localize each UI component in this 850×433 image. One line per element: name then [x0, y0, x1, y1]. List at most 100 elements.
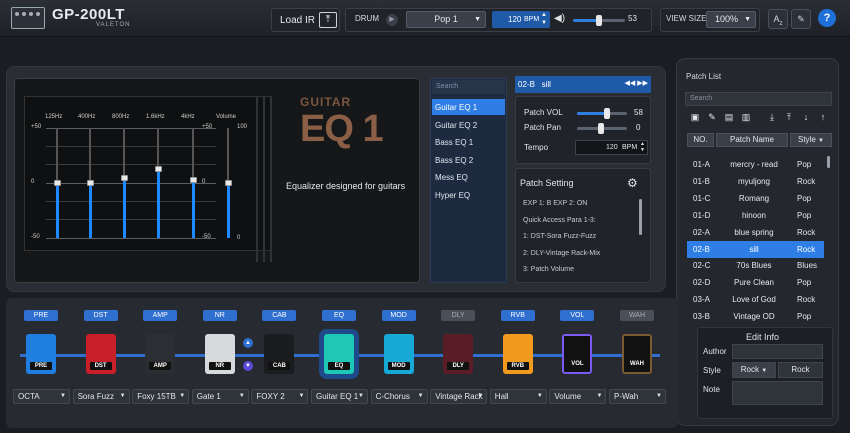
note-field[interactable] — [732, 381, 823, 405]
move-top-icon[interactable]: ⤒ — [782, 111, 796, 124]
module-toggle-dly[interactable]: DLY — [441, 310, 476, 321]
pedal-rvb[interactable]: RVB — [502, 334, 533, 374]
module-select-value: P-Wah — [614, 392, 639, 401]
copy-icon[interactable]: ▥ — [739, 111, 753, 124]
pedal-dst[interactable]: DST — [85, 334, 116, 374]
module-toggle-mod[interactable]: MOD — [381, 310, 416, 321]
download-icon[interactable]: ⤓ — [765, 111, 779, 124]
module-toggle-dst[interactable]: DST — [83, 310, 118, 321]
file-icon[interactable]: ▤ — [722, 111, 736, 124]
patch-row[interactable]: 02-D Pure Clean Pop — [687, 274, 824, 291]
drum-pattern-select[interactable]: Pop 1 ▼ — [406, 11, 486, 28]
pedal-cab[interactable]: CAB — [264, 334, 295, 374]
patch-row[interactable]: 02-B sill Rock — [687, 240, 824, 258]
band-slider-knob[interactable] — [120, 174, 128, 181]
move-down-icon[interactable]: ↓ — [799, 111, 813, 124]
pedal-eq[interactable]: EQ — [324, 334, 354, 374]
view-size-select[interactable]: 100% ▼ — [706, 11, 756, 28]
module-select-rvb[interactable]: Hall ▼ — [489, 389, 547, 404]
pedal-pre[interactable]: PRE — [26, 334, 56, 374]
eq-list-item[interactable]: Bass EQ 2 — [432, 152, 505, 168]
band-slider-knob[interactable] — [154, 165, 162, 172]
patch-row-name: hinoon — [741, 210, 767, 220]
eq-list-item[interactable]: Mess EQ — [432, 169, 505, 185]
gear-icon[interactable]: ⚙ — [627, 176, 641, 190]
module-toggle-nr[interactable]: NR — [202, 310, 237, 321]
module-toggle-cab[interactable]: CAB — [262, 310, 297, 321]
patch-pan-knob[interactable] — [598, 123, 604, 134]
eq-list-item[interactable]: Guitar EQ 2 — [432, 117, 505, 133]
module-toggle-rvb[interactable]: RVB — [500, 310, 535, 321]
patch-list-scrollbar[interactable] — [827, 156, 830, 168]
module-select-mod[interactable]: C-Chorus ▼ — [370, 389, 428, 404]
pedal-vol[interactable]: VOL — [562, 334, 593, 374]
band-slider-knob[interactable] — [53, 180, 61, 186]
pedal-wah[interactable]: WAH — [622, 334, 652, 374]
col-style-select[interactable]: Style ▼ — [790, 133, 832, 147]
eq-search-input[interactable]: Search — [432, 80, 505, 94]
module-select-dst[interactable]: Sora Fuzz ▼ — [72, 389, 130, 404]
font-size-icon[interactable]: Az — [768, 9, 788, 29]
col-no[interactable]: NO. — [687, 133, 714, 147]
module-toggle-vol[interactable]: VOL — [560, 310, 595, 321]
module-select-amp[interactable]: Foxy 15TB ▼ — [132, 389, 190, 404]
speaker-icon[interactable]: ◀) — [554, 13, 565, 24]
app-subtitle: VALETON — [96, 22, 131, 28]
move-down-icon[interactable]: ▼ — [243, 361, 253, 371]
play-icon[interactable]: ▶ — [386, 14, 398, 26]
pedal-mod[interactable]: MOD — [383, 334, 414, 374]
prev-next-icon[interactable]: ◀◀ ▶▶ — [625, 79, 648, 87]
patch-row[interactable]: 03-A Love of God Rock — [687, 291, 824, 308]
module-toggle-pre[interactable]: PRE — [24, 310, 58, 321]
pedal-dly[interactable]: DLY — [443, 334, 474, 374]
module-toggle-wah[interactable]: WAH — [620, 310, 654, 321]
col-name[interactable]: Patch Name — [716, 133, 788, 147]
module-toggle-eq[interactable]: EQ — [322, 310, 356, 321]
module-select-eq[interactable]: Guitar EQ 1 ▼ — [311, 389, 368, 404]
tempo-stepper[interactable]: 120 BPM ▲ ▼ — [575, 140, 648, 155]
band-slider-knob[interactable] — [86, 180, 94, 186]
module-select-wah[interactable]: P-Wah ▼ — [609, 389, 666, 404]
module-select-vol[interactable]: Volume ▼ — [549, 389, 607, 404]
patch-vol-knob[interactable] — [604, 108, 610, 119]
module-select-cab[interactable]: FOXY 2 ▼ — [251, 389, 309, 404]
setting-scrollbar[interactable] — [639, 199, 642, 235]
patch-row[interactable]: 01-B myuljong Rock — [687, 173, 824, 190]
move-up-icon[interactable]: ▲ — [243, 338, 253, 348]
patch-row[interactable]: 01-D hinoon Pop — [687, 207, 824, 224]
module-select-nr[interactable]: Gate 1 ▼ — [191, 389, 249, 404]
band-slider-knob[interactable] — [189, 176, 197, 183]
patch-pan-slider[interactable] — [577, 123, 627, 134]
stepper-arrows-icon[interactable]: ▲ ▼ — [541, 11, 547, 27]
save-icon[interactable]: ▣ — [688, 111, 702, 124]
eq-list-item[interactable]: Guitar EQ 1 — [432, 99, 505, 115]
patch-row[interactable]: 01-C Romang Pop — [687, 190, 824, 207]
wrench-icon[interactable]: ✎ — [791, 9, 811, 29]
pedal-nr[interactable]: NR — [204, 334, 235, 374]
patch-row[interactable]: 01-A mercry - read Pop — [687, 156, 824, 173]
eq-list-item[interactable]: Bass EQ 1 — [432, 134, 505, 150]
volume-slider-knob[interactable] — [596, 15, 602, 26]
help-icon[interactable]: ? — [818, 9, 836, 27]
patch-row[interactable]: 02-C 70s Blues Blues — [687, 257, 824, 274]
band-slider-knob[interactable] — [224, 180, 232, 186]
patch-search-input[interactable]: Search — [685, 92, 832, 106]
volume-slider[interactable] — [573, 15, 625, 26]
style-text-field[interactable]: Rock — [778, 362, 823, 378]
bpm-stepper[interactable]: 120 BPM ▲ ▼ — [492, 11, 550, 28]
patch-row[interactable]: 03-B Vintage OD Pop — [687, 308, 824, 325]
patch-vol-slider[interactable] — [577, 108, 627, 119]
author-field[interactable] — [732, 344, 823, 359]
style-select[interactable]: Rock ▼ — [732, 362, 776, 378]
eq-list-item[interactable]: Hyper EQ — [432, 187, 505, 203]
patch-row[interactable]: 02-A blue spring Rock — [687, 224, 824, 241]
move-up-icon[interactable]: ↑ — [816, 111, 830, 124]
patch-header: 02-B sill ◀◀ ▶▶ — [515, 76, 651, 93]
edit-icon[interactable]: ✎ — [705, 111, 719, 124]
module-toggle-amp[interactable]: AMP — [143, 310, 178, 321]
module-select-pre[interactable]: OCTA ▼ — [13, 389, 70, 404]
pedal-amp[interactable]: AMP — [145, 334, 176, 374]
stepper-arrows-icon[interactable]: ▲ ▼ — [640, 141, 645, 153]
module-select-dly[interactable]: Vintage Rack ▼ — [430, 389, 488, 404]
load-ir-button[interactable]: Load IR ⤒ — [271, 8, 340, 32]
